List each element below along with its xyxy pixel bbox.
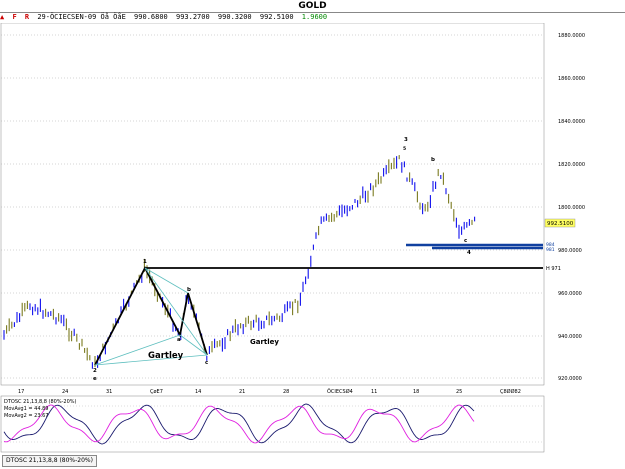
- toolbar: ▲ F R 29-ÖCIECSEN-09 Öå ÖåE 990.6800 993…: [0, 12, 625, 23]
- date-label: 21: [239, 389, 245, 395]
- toolbar-button-r[interactable]: R: [25, 12, 29, 23]
- support-label-2: 981: [546, 247, 555, 253]
- wave-label-1: 1: [143, 259, 147, 265]
- wave-label-a: a: [177, 337, 181, 343]
- price-chart[interactable]: 1880.0000 1860.0000 1840.0000 1820.0000 …: [0, 23, 625, 469]
- toolbar-button-f[interactable]: F: [12, 12, 16, 23]
- date-label: 18: [413, 389, 419, 395]
- date-label: 17: [18, 389, 24, 395]
- toolbar-low: 990.3200: [217, 13, 252, 21]
- price-label: 1820.0000: [558, 162, 585, 168]
- indicator-tab[interactable]: DTOSC 21,13,8,8 (80%-20%): [2, 455, 97, 467]
- price-label: 940.0000: [558, 334, 582, 340]
- price-label: 1860.0000: [558, 76, 585, 82]
- date-label: 25: [456, 389, 462, 395]
- wave-label-b-lower: b: [187, 287, 191, 293]
- date-label: ÖCIECSØ4: [327, 388, 353, 395]
- wave-label-e: e: [93, 376, 97, 382]
- price-label: 920.0000: [558, 376, 582, 382]
- date-label: ÇøE7: [150, 389, 163, 395]
- h-level-label: H 971: [546, 266, 561, 272]
- price-label: 1800.0000: [558, 205, 585, 211]
- wave-label-c-lower: c: [205, 360, 208, 366]
- gartley-label-1: Gartley: [148, 351, 184, 361]
- wave-label-4: 4: [467, 250, 471, 256]
- toolbar-button-up[interactable]: ▲: [0, 12, 4, 23]
- price-label: 1840.0000: [558, 119, 585, 125]
- date-label: 28: [283, 389, 289, 395]
- toolbar-close: 992.5100: [259, 13, 294, 21]
- current-price-label: 992.5100: [547, 221, 574, 227]
- price-label: 960.0000: [558, 291, 582, 297]
- date-label: Ç8ØØ82: [500, 388, 521, 395]
- date-label: 14: [195, 389, 201, 395]
- price-label: 1880.0000: [558, 33, 585, 39]
- indicator-legend-2: MovAvg1 = 44.89: [4, 406, 48, 412]
- toolbar-high: 993.2700: [175, 13, 210, 21]
- date-label: 11: [371, 389, 377, 395]
- toolbar-change: 1.9600: [301, 13, 328, 21]
- date-label: 31: [106, 389, 112, 395]
- wave-label-c-upper: c: [464, 238, 467, 244]
- date-label: 24: [62, 389, 68, 395]
- wave-label-3: 3: [404, 137, 408, 143]
- wave-label-5: 5: [403, 146, 406, 152]
- toolbar-symbol: 29-ÖCIECSEN-09 Öå ÖåE: [37, 13, 126, 21]
- gartley-label-2: Gartley: [250, 338, 279, 346]
- wave-label-2: 2: [93, 368, 97, 374]
- price-label: 980.0000: [558, 248, 582, 254]
- indicator-legend-3: MovAvg2 = 23.67: [4, 413, 48, 419]
- toolbar-open: 990.6800: [134, 13, 168, 21]
- wave-label-b-upper: b: [431, 157, 435, 163]
- date-axis: 17 24 31 ÇøE7 14 21 28 ÖCIECSØ4 11 18 25…: [18, 388, 521, 395]
- main-chart-frame: [0, 23, 545, 386]
- indicator-legend-1: DTOSC 21,13,8,8 (80%-20%): [4, 399, 77, 405]
